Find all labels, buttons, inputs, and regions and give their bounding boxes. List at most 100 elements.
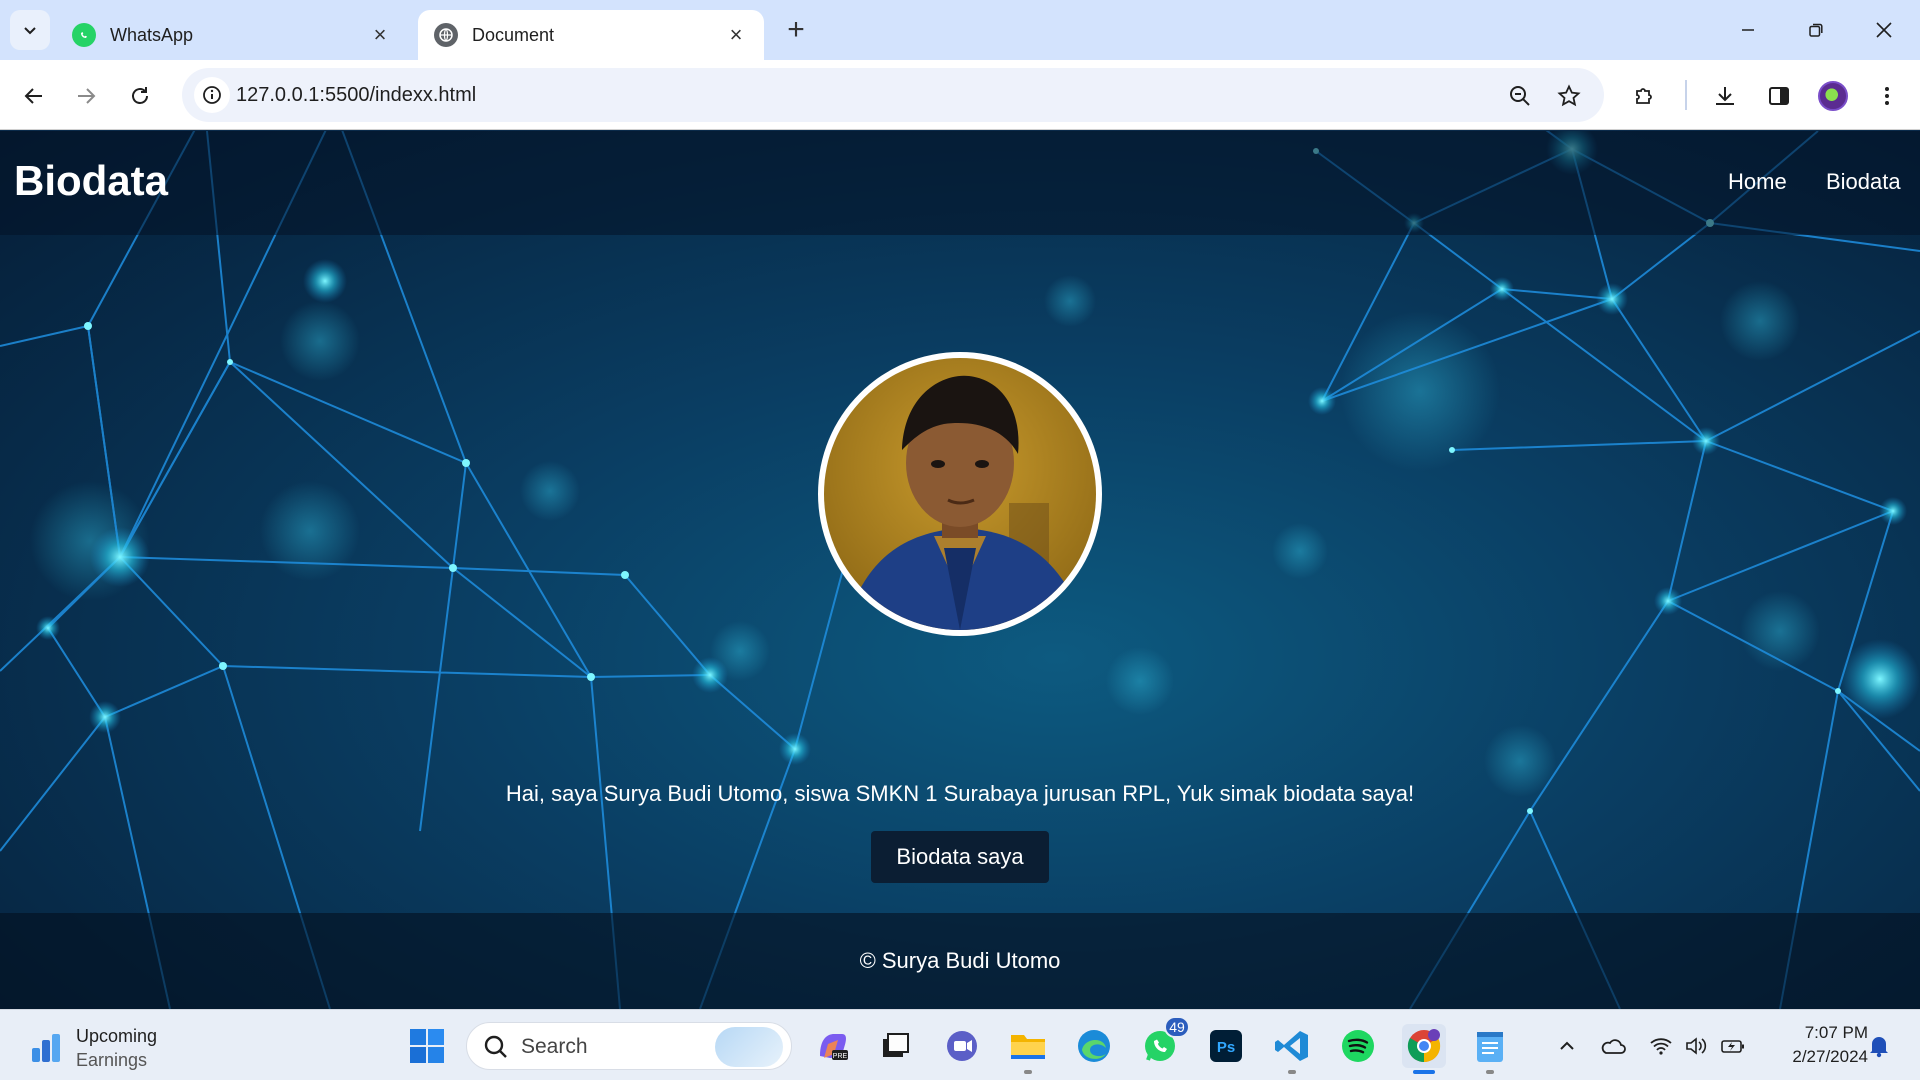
profile-photo-frame xyxy=(818,352,1102,636)
bookmark-button[interactable] xyxy=(1549,76,1589,116)
svg-text:PRE: PRE xyxy=(833,1053,848,1060)
photoshop-icon: Ps xyxy=(1210,1030,1242,1062)
page-viewport: Biodata Home Biodata Hai, saya Surya Bud… xyxy=(0,131,1920,1009)
extensions-button[interactable] xyxy=(1625,76,1665,116)
more-vertical-icon xyxy=(1885,87,1889,105)
site-info-icon[interactable] xyxy=(194,77,230,113)
cloud-icon xyxy=(1601,1039,1626,1054)
edge-icon xyxy=(1078,1030,1110,1062)
star-icon xyxy=(1557,84,1581,107)
notifications-button[interactable] xyxy=(1864,1032,1894,1060)
taskbar-search-placeholder: Search xyxy=(521,1035,588,1058)
taskbar-file-explorer[interactable] xyxy=(1006,1024,1050,1074)
tab-whatsapp[interactable]: WhatsApp × xyxy=(56,10,408,60)
toolbar-separator xyxy=(1685,80,1687,110)
tab-title: Document xyxy=(472,24,555,45)
teams-chat-icon xyxy=(947,1031,977,1061)
footer-copyright: © Surya Budi Utomo xyxy=(859,948,1061,973)
site-header: Biodata Home Biodata xyxy=(0,131,1920,235)
address-bar[interactable]: 127.0.0.1:5500/indexx.html xyxy=(182,68,1604,122)
biodata-button[interactable]: Biodata saya xyxy=(871,831,1049,883)
restore-icon xyxy=(1809,23,1823,37)
chevron-up-icon xyxy=(1560,1041,1574,1050)
menu-button[interactable] xyxy=(1867,76,1907,116)
puzzle-icon xyxy=(1636,88,1652,104)
nav-link-biodata[interactable]: Biodata xyxy=(1826,169,1901,195)
globe-icon xyxy=(434,23,458,47)
new-tab-button[interactable]: + xyxy=(780,13,812,46)
browser-tab-strip: WhatsApp × Document × + xyxy=(0,0,1920,60)
reload-button[interactable] xyxy=(120,76,160,116)
bell-icon xyxy=(1870,1037,1888,1058)
download-icon xyxy=(1716,87,1734,105)
side-panel-button[interactable] xyxy=(1759,76,1799,116)
forward-button[interactable] xyxy=(66,76,106,116)
tray-network[interactable] xyxy=(1646,1032,1676,1060)
clock-date: 2/27/2024 xyxy=(1792,1047,1868,1066)
profile-photo xyxy=(824,358,1096,630)
taskbar-search[interactable]: Search xyxy=(466,1022,792,1070)
widget-title: Upcoming xyxy=(76,1026,158,1046)
battery-charging-icon xyxy=(1721,1040,1744,1053)
speaker-icon xyxy=(1686,1037,1707,1055)
taskbar-clock[interactable]: 7:07 PM 2/27/2024 xyxy=(1762,1021,1868,1069)
taskbar-photoshop[interactable]: Ps xyxy=(1204,1024,1248,1068)
copilot-icon: PRE xyxy=(820,1034,848,1060)
taskbar-chrome[interactable] xyxy=(1402,1024,1446,1074)
zoom-button[interactable] xyxy=(1500,76,1540,116)
notepad-icon xyxy=(1477,1032,1503,1062)
windows-logo-icon xyxy=(410,1029,444,1063)
svg-text:Ps: Ps xyxy=(1217,1039,1235,1056)
clock-time: 7:07 PM xyxy=(1804,1023,1868,1042)
tab-title: WhatsApp xyxy=(110,24,194,45)
tray-battery[interactable] xyxy=(1718,1032,1748,1060)
minimize-button[interactable] xyxy=(1720,6,1776,54)
taskbar-spotify[interactable] xyxy=(1336,1024,1380,1068)
vscode-icon xyxy=(1275,1031,1308,1061)
active-indicator xyxy=(1413,1070,1435,1074)
widgets-button[interactable]: Upcoming Earnings xyxy=(28,1024,157,1072)
nav-link-home[interactable]: Home xyxy=(1728,169,1787,195)
running-indicator xyxy=(1486,1070,1494,1074)
taskbar-notepad[interactable] xyxy=(1468,1024,1512,1074)
close-tab-icon[interactable]: × xyxy=(368,22,392,47)
arrow-right-icon xyxy=(78,88,96,104)
taskbar-edge[interactable] xyxy=(1072,1024,1116,1068)
intro-text: Hai, saya Surya Budi Utomo, siswa SMKN 1… xyxy=(505,781,1415,806)
close-tab-icon[interactable]: × xyxy=(724,22,748,47)
taskbar-task-view[interactable] xyxy=(873,1024,917,1068)
tray-volume[interactable] xyxy=(1682,1032,1712,1060)
side-panel-icon xyxy=(1769,87,1789,105)
taskbar-whatsapp[interactable]: 49 xyxy=(1138,1016,1190,1068)
restore-button[interactable] xyxy=(1788,6,1844,54)
chevron-down-icon xyxy=(24,27,36,35)
start-button[interactable] xyxy=(405,1024,449,1068)
close-icon xyxy=(1876,22,1892,38)
url-text[interactable]: 127.0.0.1:5500/indexx.html xyxy=(236,68,476,122)
arrow-left-icon xyxy=(24,88,42,104)
reload-icon xyxy=(132,87,148,104)
spotify-icon xyxy=(1342,1030,1374,1062)
tray-overflow-button[interactable] xyxy=(1552,1032,1582,1060)
profile-button[interactable] xyxy=(1813,76,1853,116)
widget-subtitle: Earnings xyxy=(76,1050,148,1070)
close-window-button[interactable] xyxy=(1856,6,1912,54)
whatsapp-unread-badge: 49 xyxy=(1164,1016,1190,1038)
zoom-out-icon xyxy=(1510,86,1530,106)
back-button[interactable] xyxy=(14,76,54,116)
taskbar-teams[interactable] xyxy=(940,1024,984,1068)
taskbar-vscode[interactable] xyxy=(1270,1024,1314,1074)
search-highlight-image xyxy=(715,1027,783,1067)
site-brand[interactable]: Biodata xyxy=(14,157,168,205)
tray-onedrive[interactable] xyxy=(1598,1032,1628,1060)
tab-search-button[interactable] xyxy=(10,10,50,50)
whatsapp-icon xyxy=(72,23,96,47)
tab-document[interactable]: Document × xyxy=(418,10,764,60)
minimize-icon xyxy=(1742,29,1754,31)
running-indicator xyxy=(1288,1070,1296,1074)
search-icon xyxy=(484,1035,507,1058)
wifi-icon xyxy=(1650,1038,1672,1055)
avatar xyxy=(1818,81,1848,111)
taskbar-copilot[interactable]: PRE xyxy=(810,1024,854,1068)
downloads-button[interactable] xyxy=(1705,76,1745,116)
